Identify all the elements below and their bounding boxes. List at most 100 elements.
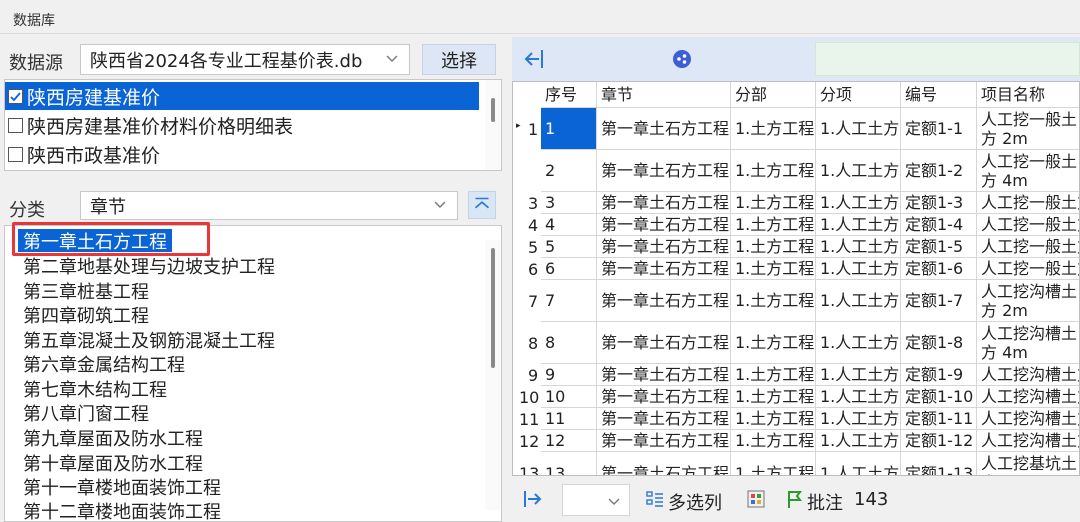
table-cell[interactable]: 定额1-2	[901, 150, 977, 192]
table-cell[interactable]: 第一章土石方工程	[597, 192, 731, 214]
table-cell[interactable]: 人工挖沟槽土方 2m	[977, 280, 1079, 322]
table-cell[interactable]: 1.人工土方	[816, 430, 901, 452]
table-cell[interactable]: 13	[541, 452, 597, 475]
expand-right-icon[interactable]	[522, 488, 544, 510]
table-cell[interactable]: 1.土方工程	[731, 408, 816, 430]
table-cell[interactable]: 人工挖一般土方 2m	[977, 108, 1079, 150]
table-cell[interactable]: 人工挖一般土方 4m	[977, 150, 1079, 192]
table-cell[interactable]: 定额1-4	[901, 214, 977, 236]
table-cell[interactable]: 10	[541, 386, 597, 408]
table-cell[interactable]: 第一章土石方工程	[597, 258, 731, 280]
annotate-button[interactable]: 批注	[807, 489, 843, 515]
chapter-item[interactable]: 第九章屋面及防水工程	[23, 425, 203, 451]
table-cell[interactable]: 定额1-12	[901, 430, 977, 452]
table-cell[interactable]: 定额1-6	[901, 258, 977, 280]
table-cell[interactable]: 人工挖沟槽土方	[977, 386, 1079, 408]
palette-icon[interactable]	[747, 490, 765, 508]
table-cell[interactable]: 2	[541, 150, 597, 192]
table-cell[interactable]: 第一章土石方工程	[597, 364, 731, 386]
table-cell[interactable]: 定额1-7	[901, 280, 977, 322]
chapter-item[interactable]: 第八章门窗工程	[23, 400, 149, 426]
checkbox[interactable]	[8, 117, 23, 133]
table-cell[interactable]: 人工挖一般土方	[977, 236, 1079, 258]
table-cell[interactable]: 7	[541, 280, 597, 322]
table-cell[interactable]: 1.土方工程	[731, 386, 816, 408]
table-cell[interactable]: 3	[541, 192, 597, 214]
column-header-item[interactable]: 分项	[816, 82, 901, 108]
select-button[interactable]: 选择	[422, 44, 496, 75]
table-cell[interactable]: 1.土方工程	[731, 280, 816, 322]
table-cell[interactable]: 1.土方工程	[731, 430, 816, 452]
checkbox[interactable]	[8, 88, 23, 104]
classify-select[interactable]: 章节	[80, 191, 458, 220]
table-cell[interactable]: 1.人工土方	[816, 258, 901, 280]
table-cell[interactable]: 人工挖沟槽土方	[977, 408, 1079, 430]
collapse-up-button[interactable]	[468, 191, 496, 219]
table-cell[interactable]: 1.土方工程	[731, 214, 816, 236]
table-cell[interactable]: 第一章土石方工程	[597, 452, 731, 475]
database-item[interactable]: 陕西房建基准价材料价格明细表	[5, 111, 293, 139]
table-cell[interactable]: 第一章土石方工程	[597, 408, 731, 430]
table-cell[interactable]: 第一章土石方工程	[597, 322, 731, 364]
share-icon[interactable]	[672, 49, 692, 69]
table-cell[interactable]: 定额1-1	[901, 108, 977, 150]
column-header-part[interactable]: 分部	[731, 82, 816, 108]
chapter-item[interactable]: 第七章木结构工程	[23, 376, 167, 402]
table-cell[interactable]: 人工挖一般土方	[977, 192, 1079, 214]
chapter-item[interactable]: 第二章地基处理与边坡支护工程	[23, 253, 275, 279]
table-cell[interactable]: 1.人工土方	[816, 452, 901, 475]
table-cell[interactable]: 第一章土石方工程	[597, 280, 731, 322]
table-cell[interactable]: 人工挖沟槽土方	[977, 364, 1079, 386]
table-cell[interactable]: 人工挖沟槽土方 4m	[977, 322, 1079, 364]
data-source-select[interactable]: 陕西省2024各专业工程基价表.db	[80, 44, 410, 75]
table-cell[interactable]: 第一章土石方工程	[597, 150, 731, 192]
table-cell[interactable]: 9	[541, 364, 597, 386]
table-cell[interactable]: 人工挖基坑土方	[977, 452, 1079, 475]
bottom-select[interactable]	[562, 484, 630, 516]
table-cell[interactable]: 定额1-9	[901, 364, 977, 386]
database-item[interactable]: 陕西市政基准价	[5, 140, 160, 168]
table-cell[interactable]: 1.人工土方	[816, 192, 901, 214]
table-cell[interactable]: 6	[541, 258, 597, 280]
table-cell[interactable]: 定额1-13	[901, 452, 977, 475]
table-cell[interactable]: 1.土方工程	[731, 322, 816, 364]
chapter-item[interactable]: 第十章屋面及防水工程	[23, 450, 203, 476]
table-cell[interactable]: 1.人工土方	[816, 214, 901, 236]
column-header-seq[interactable]: 序号	[541, 82, 597, 108]
table-cell[interactable]: 第一章土石方工程	[597, 386, 731, 408]
table-cell[interactable]: 4	[541, 214, 597, 236]
table-cell[interactable]: 1.人工土方	[816, 150, 901, 192]
table-cell[interactable]: 1.土方工程	[731, 452, 816, 475]
chapter-item[interactable]: 第三章桩基工程	[23, 278, 149, 304]
table-cell[interactable]: 1.土方工程	[731, 364, 816, 386]
table-cell[interactable]: 第一章土石方工程	[597, 214, 731, 236]
table-cell[interactable]: 定额1-11	[901, 408, 977, 430]
table-cell[interactable]: 1	[541, 108, 597, 150]
table-cell[interactable]: 1.土方工程	[731, 150, 816, 192]
table-cell[interactable]: 定额1-8	[901, 322, 977, 364]
table-cell[interactable]: 1.人工土方	[816, 322, 901, 364]
table-cell[interactable]: 8	[541, 322, 597, 364]
table-cell[interactable]: 12	[541, 430, 597, 452]
search-input[interactable]	[815, 42, 1080, 76]
table-cell[interactable]: 定额1-10	[901, 386, 977, 408]
table-cell[interactable]: 5	[541, 236, 597, 258]
table-cell[interactable]: 第一章土石方工程	[597, 108, 731, 150]
chapter-list-scrollbar[interactable]	[485, 240, 501, 510]
checkbox[interactable]	[8, 146, 23, 162]
column-header-code[interactable]: 编号	[901, 82, 977, 108]
database-list-scrollbar[interactable]	[485, 80, 501, 170]
table-cell[interactable]: 1.土方工程	[731, 108, 816, 150]
chapter-item[interactable]: 第十一章楼地面装饰工程	[23, 474, 221, 500]
table-cell[interactable]: 1.土方工程	[731, 258, 816, 280]
table-cell[interactable]: 人工挖沟槽土方	[977, 430, 1079, 452]
table-cell[interactable]: 定额1-3	[901, 192, 977, 214]
multi-select-columns-button[interactable]: 多选列	[668, 489, 722, 515]
chapter-item[interactable]: 第六章金属结构工程	[23, 351, 185, 377]
table-cell[interactable]: 第一章土石方工程	[597, 430, 731, 452]
chapter-item[interactable]: 第四章砌筑工程	[23, 302, 149, 328]
table-cell[interactable]: 定额1-5	[901, 236, 977, 258]
table-cell[interactable]: 人工挖一般土方	[977, 258, 1079, 280]
column-header-name[interactable]: 项目名称	[977, 82, 1079, 108]
table-cell[interactable]: 1.人工土方	[816, 236, 901, 258]
